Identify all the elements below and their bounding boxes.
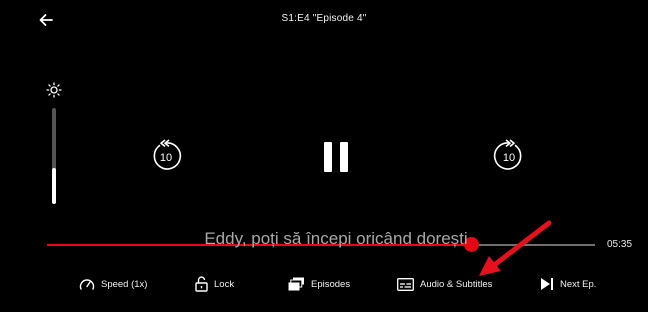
pause-bar-left — [324, 142, 332, 172]
subtitles-icon — [397, 277, 414, 291]
episode-title: S1:E4 "Episode 4" — [281, 13, 367, 24]
time-remaining: 05:35 — [607, 239, 633, 250]
subtitle-text: Eddy, poți să începi oricând dorești — [204, 229, 468, 248]
episodes-label: Episodes — [311, 278, 351, 290]
brightness-level — [52, 167, 56, 204]
speedometer-icon — [79, 279, 95, 290]
forward-seconds: 10 — [503, 152, 515, 164]
lock-label: Lock — [214, 278, 235, 290]
pause-button[interactable] — [321, 140, 351, 174]
speed-label: Speed (1x) — [101, 278, 148, 290]
forward-10-button[interactable]: 10 — [492, 139, 526, 173]
audio-subtitles-button[interactable]: Audio & Subtitles — [397, 275, 492, 293]
unlock-icon — [195, 276, 208, 292]
fast-forward-icon: 10 — [493, 139, 522, 170]
brightness-slider[interactable] — [52, 108, 56, 204]
sun-icon — [46, 82, 62, 98]
rewind-seconds: 10 — [160, 152, 172, 164]
audio-subtitles-label: Audio & Subtitles — [420, 278, 493, 290]
next-episode-button[interactable]: Next Ep. — [540, 275, 596, 293]
pause-bar-right — [340, 142, 348, 172]
episodes-button[interactable]: Episodes — [288, 275, 350, 293]
rewind-10-button[interactable]: 10 — [149, 139, 183, 173]
next-episode-icon — [541, 278, 553, 290]
rewind-icon: 10 — [153, 139, 182, 170]
speed-button[interactable]: Speed (1x) — [79, 275, 147, 293]
lock-button[interactable]: Lock — [195, 275, 234, 293]
episodes-icon — [288, 277, 304, 291]
next-episode-label: Next Ep. — [560, 278, 597, 290]
